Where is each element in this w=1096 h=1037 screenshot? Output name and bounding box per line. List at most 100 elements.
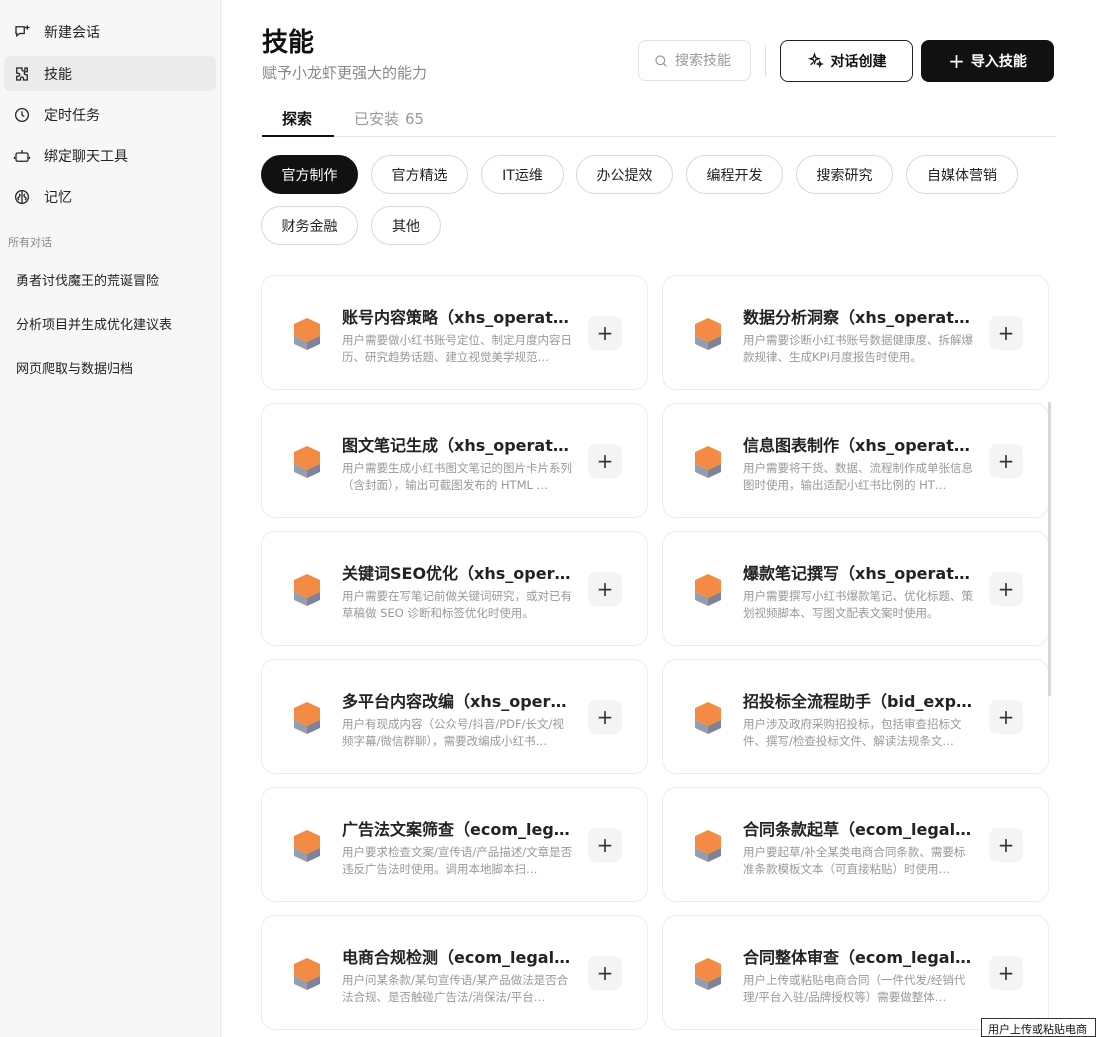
sidebar-item-label: 新建会话 <box>44 24 100 41</box>
new-chat-icon <box>12 22 32 42</box>
import-skill-button[interactable]: + 导入技能 <box>921 40 1054 82</box>
add-skill-button[interactable]: + <box>588 700 622 734</box>
skill-description: 用户要求检查文案/宣传语/产品描述/文章是否违反广告法时使用。调用本地脚本扫… <box>342 845 573 876</box>
conversation-item[interactable]: 网页爬取与数据归档 <box>4 350 216 384</box>
tab-label: 已安装 <box>354 110 400 128</box>
cube-icon <box>294 830 320 862</box>
skill-title: 关键词SEO优化（xhs_opera… <box>342 564 572 583</box>
chip-label: 编程开发 <box>706 167 763 184</box>
chat-create-label: 对话创建 <box>830 54 887 70</box>
add-skill-button[interactable]: + <box>989 316 1023 350</box>
chat-create-button[interactable]: 对话创建 <box>780 40 913 82</box>
sidebar-item-bind-chat-tools[interactable]: 绑定聊天工具 <box>4 138 216 173</box>
add-skill-button[interactable]: + <box>989 700 1023 734</box>
category-chip-official-made[interactable]: 官方制作 <box>261 155 358 194</box>
cube-icon <box>695 958 721 990</box>
conversation-label: 勇者讨伐魔王的荒诞冒险 <box>16 273 160 289</box>
add-skill-button[interactable]: + <box>588 956 622 990</box>
plus-icon: + <box>997 961 1015 985</box>
skill-description: 用户需要诊断小红书账号数据健康度、拆解爆款规律、生成KPI月度报告时使用。 <box>743 333 973 364</box>
skill-card[interactable]: 招投标全流程助手（bid_exp… 用户涉及政府采购招投标，包括审查招标文件、撰… <box>662 659 1049 774</box>
skill-card[interactable]: 爆款笔记撰写（xhs_operato… 用户需要撰写小红书爆款笔记、优化标题、策… <box>662 531 1049 646</box>
cube-icon <box>294 702 320 734</box>
category-chip-programming[interactable]: 编程开发 <box>686 155 783 194</box>
category-chip-research[interactable]: 搜索研究 <box>796 155 893 194</box>
category-chip-it-ops[interactable]: IT运维 <box>481 155 564 194</box>
add-skill-button[interactable]: + <box>989 828 1023 862</box>
sidebar-item-label: 定时任务 <box>44 107 100 124</box>
skill-card[interactable]: 多平台内容改编（xhs_opera… 用户有现成内容（公众号/抖音/PDF/长文… <box>261 659 648 774</box>
tooltip: 用户上传或粘贴电商 <box>981 1018 1096 1037</box>
add-skill-button[interactable]: + <box>989 444 1023 478</box>
chip-label: 财务金融 <box>281 218 338 235</box>
search-box[interactable] <box>638 40 751 81</box>
sidebar-item-label: 记忆 <box>44 189 72 206</box>
plus-icon: + <box>596 449 614 473</box>
sidebar-item-memory[interactable]: 记忆 <box>4 179 216 214</box>
skill-card[interactable]: 关键词SEO优化（xhs_opera… 用户需要在写笔记前做关键词研究，或对已有… <box>261 531 648 646</box>
cube-icon <box>695 318 721 350</box>
app-window: 新建会话 技能 定时任务 绑定聊天工具 记忆 所有对话 勇者讨伐魔王的荒诞冒险 … <box>0 0 1096 1037</box>
skill-card[interactable]: 合同条款起草（ecom_legal_… 用户要起草/补全某类电商合同条款、需要标… <box>662 787 1049 902</box>
tab-label: 探索 <box>282 110 313 128</box>
brain-icon <box>12 187 32 207</box>
skill-card[interactable]: 合同整体审查（ecom_legal_… 用户上传或粘贴电商合同（一件代发/经销代… <box>662 915 1049 1030</box>
plus-icon: + <box>997 449 1015 473</box>
conversation-item[interactable]: 分析项目并生成优化建议表 <box>4 306 216 340</box>
add-skill-button[interactable]: + <box>588 828 622 862</box>
category-chip-office[interactable]: 办公提效 <box>576 155 673 194</box>
conversations-section-label: 所有对话 <box>8 236 52 249</box>
tab-explore[interactable]: 探索 <box>261 108 335 137</box>
add-skill-button[interactable]: + <box>588 316 622 350</box>
skill-description: 用户有现成内容（公众号/抖音/PDF/长文/视频字幕/微信群聊），需要改编成小红… <box>342 717 564 748</box>
skill-card[interactable]: 数据分析洞察（xhs_operato… 用户需要诊断小红书账号数据健康度、拆解爆… <box>662 275 1049 390</box>
sidebar-item-new-chat[interactable]: 新建会话 <box>4 14 216 49</box>
bot-icon <box>12 146 32 166</box>
main-content: 技能 赋予小龙虾更强大的能力 对话创建 + 导入技能 探索 已安装 65 官方制作… <box>222 0 1096 1037</box>
plus-icon: + <box>997 833 1015 857</box>
cube-icon <box>695 446 721 478</box>
plus-icon: + <box>596 705 614 729</box>
category-chip-media-marketing[interactable]: 自媒体营销 <box>906 155 1018 194</box>
add-skill-button[interactable]: + <box>588 572 622 606</box>
toolbar-divider <box>765 45 766 77</box>
sidebar-item-scheduled-tasks[interactable]: 定时任务 <box>4 97 216 132</box>
skill-card[interactable]: 账号内容策略（xhs_operato… 用户需要做小红书账号定位、制定月度内容日… <box>261 275 648 390</box>
skill-description: 用户要起草/补全某类电商合同条款、需要标准条款模板文本（可直接粘贴）时使用… <box>743 845 966 876</box>
skill-description: 用户需要在写笔记前做关键词研究，或对已有草稿做 SEO 诊断和标签优化时使用。 <box>342 589 572 620</box>
skill-card[interactable]: 电商合规检测（ecom_legal_… 用户问某条款/某句宣传语/某产品做法是否… <box>261 915 648 1030</box>
conversation-label: 网页爬取与数据归档 <box>16 361 134 377</box>
conversation-label: 分析项目并生成优化建议表 <box>16 317 173 333</box>
conversation-item[interactable]: 勇者讨伐魔王的荒诞冒险 <box>4 262 216 296</box>
skill-title: 图文笔记生成（xhs_operato… <box>342 436 572 455</box>
scrollbar[interactable] <box>1048 402 1051 696</box>
plus-icon: + <box>596 961 614 985</box>
skill-description: 用户需要做小红书账号定位、制定月度内容日历、研究趋势话题、建立视觉美学规范… <box>342 333 572 364</box>
category-chip-other[interactable]: 其他 <box>371 206 441 245</box>
chip-label: 自媒体营销 <box>927 167 997 184</box>
tab-installed[interactable]: 已安装 65 <box>354 108 424 129</box>
sidebar-item-skills[interactable]: 技能 <box>4 56 216 91</box>
add-skill-button[interactable]: + <box>989 956 1023 990</box>
skill-title: 爆款笔记撰写（xhs_operato… <box>743 564 973 583</box>
skill-card[interactable]: 信息图表制作（xhs_operato… 用户需要将干货、数据、流程制作成单张信息… <box>662 403 1049 518</box>
add-skill-button[interactable]: + <box>989 572 1023 606</box>
search-input[interactable] <box>675 52 745 69</box>
cube-icon <box>294 318 320 350</box>
plus-icon: + <box>596 321 614 345</box>
chip-label: 官方制作 <box>281 167 338 184</box>
skill-title: 合同整体审查（ecom_legal_… <box>743 948 973 967</box>
category-chip-finance[interactable]: 财务金融 <box>261 206 358 245</box>
import-skill-label: 导入技能 <box>970 54 1027 70</box>
add-skill-button[interactable]: + <box>588 444 622 478</box>
skill-title: 电商合规检测（ecom_legal_… <box>342 948 572 967</box>
chip-label: 其他 <box>392 218 420 235</box>
plus-icon: + <box>997 577 1015 601</box>
skill-card[interactable]: 图文笔记生成（xhs_operato… 用户需要生成小红书图文笔记的图片卡片系列… <box>261 403 648 518</box>
cube-icon <box>294 958 320 990</box>
plus-icon: + <box>948 49 965 73</box>
category-chip-official-picks[interactable]: 官方精选 <box>371 155 468 194</box>
search-icon <box>655 54 667 67</box>
skill-card[interactable]: 广告法文案筛查（ecom_lega… 用户要求检查文案/宣传语/产品描述/文章是… <box>261 787 648 902</box>
skill-title: 合同条款起草（ecom_legal_… <box>743 820 973 839</box>
